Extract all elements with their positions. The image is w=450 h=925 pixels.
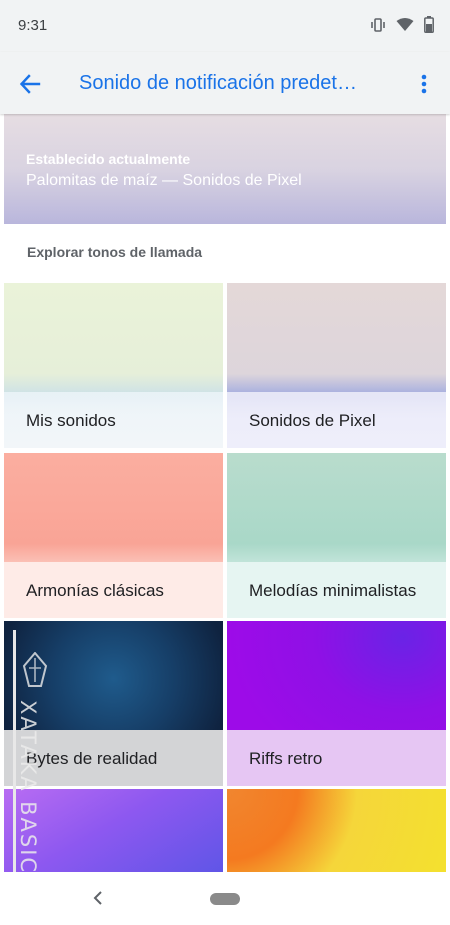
nav-back-button[interactable] — [86, 886, 110, 910]
more-vert-icon — [421, 74, 427, 94]
category-tile-armonias-clasicas[interactable]: Armonías clásicas — [4, 453, 223, 618]
category-tile-melodias-minimalistas[interactable]: Melodías minimalistas — [227, 453, 446, 618]
status-icons — [370, 16, 434, 33]
more-options-button[interactable] — [408, 68, 440, 100]
category-tile-riffs-retro[interactable]: Riffs retro — [227, 621, 446, 786]
nav-home-pill[interactable] — [210, 893, 240, 905]
page-title: Sonido de notificación predet… — [79, 72, 357, 94]
vibrate-icon — [370, 17, 386, 33]
watermark-text: XATAKA BASICS — [16, 700, 40, 890]
category-label: Armonías clásicas — [4, 562, 223, 618]
status-time: 9:31 — [18, 17, 48, 34]
category-label: Mis sonidos — [4, 392, 223, 448]
battery-icon — [424, 16, 434, 33]
category-grid: Mis sonidos Sonidos de Pixel Armonías cl… — [4, 283, 446, 872]
current-label: Establecido actualmente — [26, 151, 191, 167]
category-tile-mis-sonidos[interactable]: Mis sonidos — [4, 283, 223, 448]
current-ringtone-banner[interactable]: Establecido actualmente Palomitas de maí… — [4, 114, 446, 224]
back-button[interactable] — [14, 68, 46, 100]
wifi-icon — [396, 17, 414, 32]
app-bar: Sonido de notificación predet… — [0, 52, 450, 114]
category-label: Riffs retro — [227, 730, 446, 786]
chevron-left-icon — [93, 891, 102, 905]
arrow-left-icon — [19, 74, 41, 94]
category-tile-sonidos-de-pixel[interactable]: Sonidos de Pixel — [227, 283, 446, 448]
watermark-logo-icon — [22, 652, 48, 687]
current-value: Palomitas de maíz — Sonidos de Pixel — [26, 172, 302, 189]
category-tile-8[interactable] — [227, 789, 446, 872]
category-label: Melodías minimalistas — [227, 562, 446, 618]
status-bar: 9:31 — [0, 0, 450, 52]
section-title: Explorar tonos de llamada — [27, 244, 203, 260]
category-label: Sonidos de Pixel — [227, 392, 446, 448]
navigation-bar — [0, 872, 450, 925]
